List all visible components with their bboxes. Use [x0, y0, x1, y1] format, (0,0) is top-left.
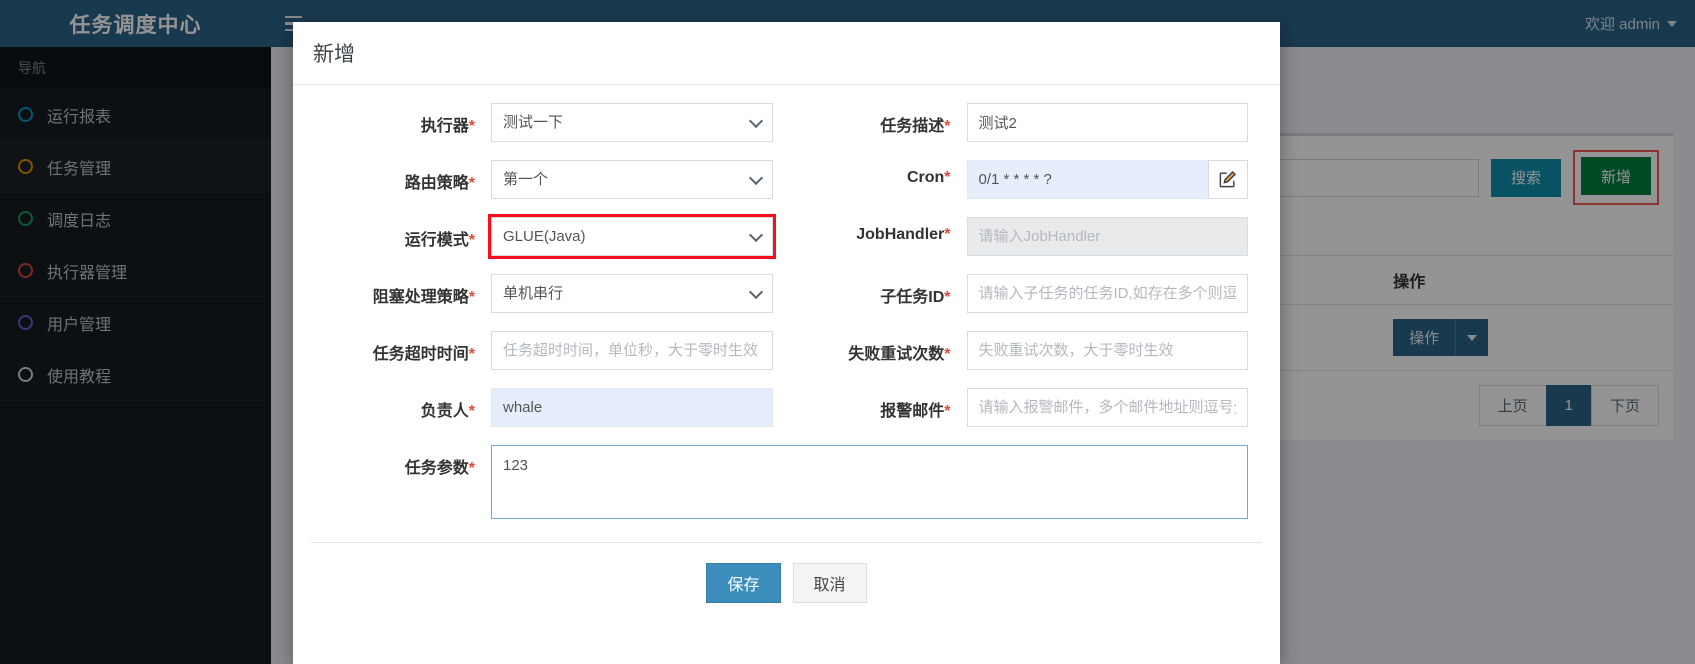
control-wrap: 单机串行 [491, 274, 787, 313]
control-wrap [491, 331, 787, 370]
control-wrap: 123 [491, 445, 1262, 524]
modal-header: 新增 [293, 22, 1280, 85]
field-owner: 负责人* [311, 388, 787, 427]
select-wrap: 测试一下 [491, 103, 773, 142]
required-mark: * [468, 118, 475, 135]
modal-body: 执行器* 测试一下 任务描述* 测试2 路由策略* 第一个 Cron* 0/1 … [293, 85, 1280, 603]
label-job-desc: 任务描述* [787, 103, 967, 136]
required-mark: * [944, 169, 951, 186]
label-text: 任务超时时间 [372, 346, 469, 363]
retry-count-input[interactable] [966, 331, 1248, 370]
label-timeout: 任务超时时间* [311, 331, 491, 364]
required-mark: * [468, 289, 475, 306]
label-route-strategy: 路由策略* [311, 160, 491, 193]
executor-select[interactable]: 测试一下 [491, 103, 773, 142]
form-row: 执行器* 测试一下 任务描述* [311, 103, 1262, 142]
label-text: 路由策略 [404, 175, 469, 192]
control-wrap [491, 388, 787, 427]
label-child-job-id: 子任务ID* [787, 274, 967, 307]
save-button[interactable]: 保存 [706, 563, 781, 603]
required-mark: * [468, 403, 475, 420]
field-block-strategy: 阻塞处理策略* 单机串行 [311, 274, 787, 313]
required-mark: * [468, 175, 475, 192]
cron-input[interactable] [966, 160, 1208, 199]
owner-input[interactable] [491, 388, 773, 427]
field-route-strategy: 路由策略* 第一个 [311, 160, 787, 199]
field-timeout: 任务超时时间* [311, 331, 787, 370]
cron-input-group [966, 160, 1248, 199]
label-text: 阻塞处理策略 [372, 289, 469, 306]
route-strategy-select[interactable]: 第一个 [491, 160, 773, 199]
child-job-id-input[interactable] [966, 274, 1248, 313]
label-job-handler: JobHandler* [787, 217, 967, 244]
control-wrap [966, 103, 1263, 142]
label-text: 任务参数 [404, 460, 469, 477]
run-mode-highlight: GLUE(Java) [488, 214, 776, 259]
label-cron: Cron* [787, 160, 967, 187]
form-row: 任务参数* 123 [311, 445, 1262, 524]
cancel-button[interactable]: 取消 [792, 563, 867, 603]
required-mark: * [944, 346, 951, 363]
label-text: 运行模式 [404, 232, 469, 249]
app-root: 任务调度中心 导航 运行报表 任务管理 调度日志 执行器管理 用户管理 使用教程 [0, 0, 1695, 664]
form-row: 负责人* 报警邮件* [311, 388, 1262, 427]
required-mark: * [468, 232, 475, 249]
control-wrap [966, 388, 1263, 427]
field-alarm-email: 报警邮件* [787, 388, 1263, 427]
field-run-mode: 运行模式* GLUE(Java) [311, 214, 787, 259]
job-handler-input[interactable] [966, 217, 1248, 256]
field-job-desc: 任务描述* [787, 103, 1263, 142]
edit-pencil-icon[interactable] [1207, 160, 1248, 199]
control-wrap: GLUE(Java) [488, 214, 787, 259]
select-wrap: 单机串行 [491, 274, 773, 313]
job-desc-input[interactable] [966, 103, 1248, 142]
job-params-textarea[interactable]: 123 [491, 445, 1248, 519]
control-wrap [966, 160, 1263, 199]
select-wrap: 第一个 [491, 160, 773, 199]
form-row: 运行模式* GLUE(Java) JobHandler* [311, 214, 1263, 259]
field-retry-count: 失败重试次数* [787, 331, 1263, 370]
label-text: 子任务ID [880, 289, 945, 306]
control-wrap [966, 274, 1263, 313]
form-row: 路由策略* 第一个 Cron* [311, 160, 1262, 199]
label-run-mode: 运行模式* [311, 217, 491, 250]
required-mark: * [944, 403, 951, 420]
run-mode-select[interactable]: GLUE(Java) [491, 217, 773, 256]
timeout-input[interactable] [491, 331, 773, 370]
label-text: Cron [906, 169, 945, 186]
label-text: 任务描述 [880, 118, 945, 135]
label-text: 失败重试次数 [848, 346, 945, 363]
add-job-modal: 新增 执行器* 测试一下 任务描述* 测试2 路由策略* 第一个 Cron* 0… [293, 22, 1280, 664]
block-strategy-select[interactable]: 单机串行 [491, 274, 773, 313]
required-mark: * [944, 226, 951, 243]
form-row: 阻塞处理策略* 单机串行 子任务ID* [311, 274, 1262, 313]
required-mark: * [944, 118, 951, 135]
field-child-job-id: 子任务ID* [787, 274, 1263, 313]
required-mark: * [944, 289, 951, 306]
control-wrap: 第一个 [491, 160, 787, 199]
label-retry-count: 失败重试次数* [787, 331, 967, 364]
label-owner: 负责人* [311, 388, 491, 421]
field-job-handler: JobHandler* [787, 217, 1263, 256]
field-cron: Cron* [787, 160, 1263, 199]
label-job-params: 任务参数* [311, 445, 491, 478]
label-alarm-email: 报警邮件* [787, 388, 967, 421]
label-text: 执行器 [420, 118, 469, 135]
control-wrap [966, 217, 1263, 256]
form-row: 任务超时时间* 失败重试次数* [311, 331, 1262, 370]
label-block-strategy: 阻塞处理策略* [311, 274, 491, 307]
required-mark: * [468, 346, 475, 363]
required-mark: * [468, 460, 475, 477]
control-wrap [966, 331, 1263, 370]
label-text: 报警邮件 [880, 403, 945, 420]
control-wrap: 测试一下 [491, 103, 787, 142]
label-text: 负责人 [420, 403, 469, 420]
field-executor: 执行器* 测试一下 [311, 103, 787, 142]
modal-title: 新增 [313, 43, 355, 66]
label-executor: 执行器* [311, 103, 491, 136]
field-job-params: 任务参数* 123 [311, 445, 1262, 524]
label-text: JobHandler [856, 226, 945, 243]
modal-footer: 保存 取消 [311, 542, 1262, 603]
alarm-email-input[interactable] [966, 388, 1248, 427]
